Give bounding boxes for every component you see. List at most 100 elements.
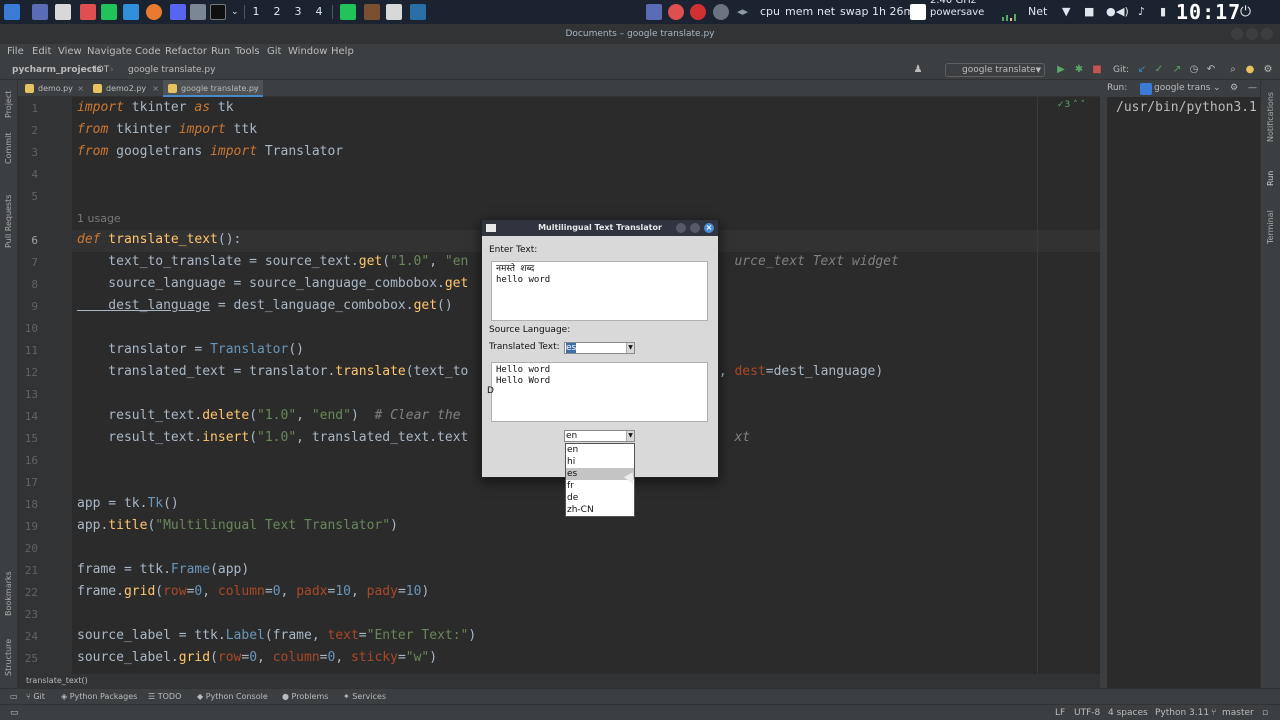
run-tool-tab[interactable]: Run	[1266, 171, 1275, 186]
tool-tab-services[interactable]: ✦ Services	[343, 689, 386, 705]
microphone-icon[interactable]: ●	[1106, 0, 1116, 24]
menu-run[interactable]: Run	[211, 44, 230, 60]
language-option[interactable]: hi	[566, 456, 634, 468]
tool-tab-git[interactable]: ⑂ Git	[26, 689, 45, 705]
code-breadcrumb[interactable]: translate_text()	[18, 674, 1100, 688]
chevron-down-icon[interactable]: ⌄	[1213, 80, 1221, 97]
terminal-icon[interactable]	[210, 4, 226, 20]
git-commit-icon[interactable]: ✓	[1153, 64, 1165, 76]
app-menu-icon[interactable]	[4, 4, 20, 20]
git-update-icon[interactable]: ↙	[1136, 64, 1148, 76]
tray-chrome-icon[interactable]	[668, 4, 684, 20]
breadcrumb-file[interactable]: google translate.py	[128, 60, 215, 80]
code-line-14[interactable]: result_text.delete("1.0", "end") # Clear…	[77, 408, 460, 423]
code-line-21[interactable]: frame = ttk.Frame(app)	[77, 562, 249, 577]
task-pycharm-icon[interactable]	[340, 4, 356, 20]
structure-tool-tab[interactable]: Structure	[4, 639, 13, 676]
translated-text-box[interactable]: Hello word Hello Word	[491, 362, 708, 422]
code-line-18[interactable]: app = tk.Tk()	[77, 496, 179, 511]
run-tab-label[interactable]: google trans	[1154, 80, 1210, 97]
tray-shield-icon[interactable]	[646, 4, 662, 20]
menu-tools[interactable]: Tools	[235, 44, 260, 60]
gear-icon[interactable]: ⚙	[1230, 80, 1238, 97]
wifi-icon[interactable]: ▼	[1062, 0, 1070, 24]
tray-arrows-icon[interactable]: ◂▸	[737, 0, 748, 24]
screenshot-icon[interactable]	[190, 4, 206, 20]
volume-icon[interactable]: ◀)	[1116, 0, 1129, 24]
code-line-24[interactable]: source_label = ttk.Label(frame, text="En…	[77, 628, 476, 643]
git-branch-indicator[interactable]: master	[1222, 705, 1254, 720]
close-button[interactable]	[1261, 28, 1273, 40]
tab-demo[interactable]: demo.py ×	[20, 80, 88, 97]
code-line-8[interactable]: source_language = source_language_combob…	[77, 276, 468, 291]
language-option[interactable]: zh-CN	[566, 504, 634, 516]
combobox-arrow-icon[interactable]: ▼	[626, 431, 634, 441]
workspace-2[interactable]: 2	[267, 0, 287, 24]
pull-requests-tool-tab[interactable]: Pull Requests	[4, 195, 13, 248]
menu-code[interactable]: Code	[135, 44, 161, 60]
store-icon[interactable]	[80, 4, 96, 20]
menu-edit[interactable]: Edit	[32, 44, 51, 60]
firefox-icon[interactable]	[146, 4, 162, 20]
workspace-3[interactable]: 3	[288, 0, 308, 24]
user-icon[interactable]: ♟	[912, 64, 924, 76]
tray-gear-icon[interactable]	[713, 4, 729, 20]
run-config-selector[interactable]: google translate ▼	[945, 63, 1045, 77]
workspace-4[interactable]: 4	[309, 0, 329, 24]
code-line-25[interactable]: source_label.grid(row=0, column=0, stick…	[77, 650, 437, 665]
close-icon[interactable]: ×	[252, 80, 259, 97]
indent-indicator[interactable]: 4 spaces	[1108, 705, 1148, 720]
maximize-button[interactable]	[1246, 28, 1258, 40]
updates-icon[interactable]: ●	[1244, 64, 1256, 76]
git-push-icon[interactable]: ↗	[1171, 64, 1183, 76]
search-icon[interactable]: ⌕	[1227, 64, 1239, 76]
workspace-1[interactable]: 1	[246, 0, 266, 24]
git-history-icon[interactable]: ◷	[1188, 64, 1200, 76]
code-line-6[interactable]: def translate_text():	[77, 232, 241, 247]
desktop-icon[interactable]	[32, 4, 48, 20]
file-manager-icon[interactable]	[55, 4, 71, 20]
code-line-3[interactable]: from googletrans import Translator	[77, 144, 343, 159]
run-icon[interactable]: ▶	[1055, 64, 1067, 76]
menu-help[interactable]: Help	[331, 44, 354, 60]
tk-maximize-button[interactable]	[690, 223, 700, 233]
interpreter-indicator[interactable]: Python 3.11	[1155, 705, 1209, 720]
translator-titlebar[interactable]: Multilingual Text Translator ×	[482, 220, 718, 236]
power-icon[interactable]: ⏻	[1240, 0, 1251, 24]
lock-icon[interactable]: ▫	[1262, 705, 1268, 720]
camera-icon[interactable]: ■	[1084, 0, 1094, 24]
language-option[interactable]: de	[566, 492, 634, 504]
code-line-22[interactable]: frame.grid(row=0, column=0, padx=10, pad…	[77, 584, 429, 599]
tk-minimize-button[interactable]	[676, 223, 686, 233]
source-language-combobox[interactable]: en ▼	[564, 430, 635, 442]
tk-close-button[interactable]: ×	[704, 223, 714, 233]
inspection-widget[interactable]: ✓3 ˄ ˅	[1057, 100, 1085, 110]
tool-tab-todo[interactable]: ☰ TODO	[148, 689, 181, 705]
language-option[interactable]: fr	[566, 480, 634, 492]
breadcrumb-folder[interactable]: IOT	[94, 60, 109, 80]
vscode-icon[interactable]	[123, 4, 139, 20]
usage-hint[interactable]: 1 usage	[77, 212, 121, 225]
task-tk-window-icon[interactable]	[386, 4, 402, 20]
code-line-2[interactable]: from tkinter import ttk	[77, 122, 257, 137]
settings-gear-icon[interactable]: ⚙	[1262, 64, 1274, 76]
language-option[interactable]: en	[566, 444, 634, 456]
notifications-tool-tab[interactable]: Notifications	[1266, 92, 1275, 142]
bell-icon[interactable]: ♪	[1138, 0, 1145, 24]
menu-refactor[interactable]: Refactor	[165, 44, 207, 60]
git-rollback-icon[interactable]: ↶	[1205, 64, 1217, 76]
tool-tab-problems[interactable]: ● Problems	[282, 689, 328, 705]
tool-tab-python-console[interactable]: ◆ Python Console	[197, 689, 268, 705]
menu-window[interactable]: Window	[288, 44, 327, 60]
close-icon[interactable]: ×	[152, 80, 159, 97]
tab-demo2[interactable]: demo2.py ×	[88, 80, 163, 97]
launcher-chevron-down-icon[interactable]: ⌄	[231, 0, 239, 24]
stop-icon[interactable]: ■	[1091, 64, 1103, 76]
tray-microphone-icon[interactable]	[690, 4, 706, 20]
source-text-box[interactable]: नमस्ते शब्द hello word	[491, 261, 708, 321]
menu-file[interactable]: File	[7, 44, 24, 60]
task-vscode-icon[interactable]	[410, 4, 426, 20]
toggle-tool-windows-icon[interactable]: ▭	[10, 705, 19, 720]
run-console-output[interactable]: /usr/bin/python3.1	[1116, 100, 1257, 115]
minimize-button[interactable]	[1231, 28, 1243, 40]
